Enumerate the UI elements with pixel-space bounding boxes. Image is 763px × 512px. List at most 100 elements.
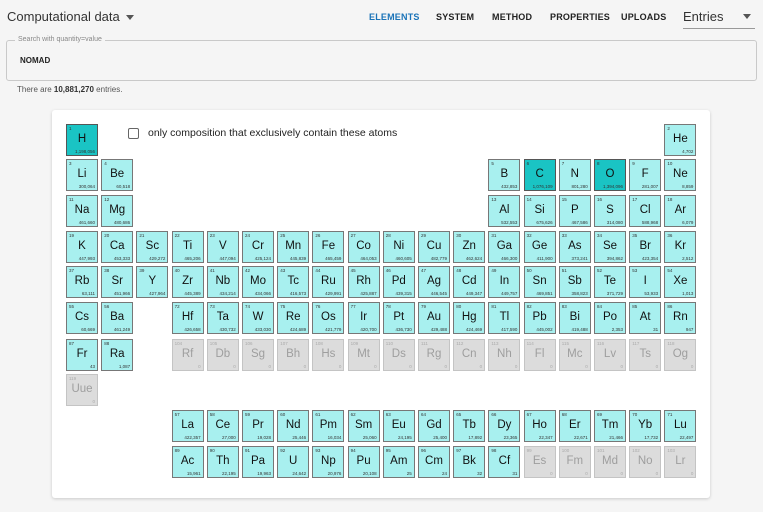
element-tile-am[interactable]: 95 Am 25	[382, 446, 415, 478]
element-tile-la[interactable]: 57 La 422,357	[171, 410, 204, 442]
element-tile-ra[interactable]: 88 Ra 1,087	[101, 339, 134, 371]
element-tile-pb[interactable]: 82 Pb 445,002	[523, 302, 556, 334]
element-tile-xe[interactable]: 54 Xe 1,013	[664, 266, 697, 298]
element-tile-cl[interactable]: 17 Cl 588,968	[629, 195, 662, 227]
element-tile-w[interactable]: 74 W 433,030	[242, 302, 274, 334]
element-tile-o[interactable]: 8 O 1,394,096	[594, 159, 626, 191]
element-tile-dy[interactable]: 66 Dy 23,365	[488, 410, 521, 442]
element-tile-gd[interactable]: 64 Gd 25,400	[418, 410, 450, 442]
element-tile-os[interactable]: 76 Os 421,779	[312, 302, 345, 334]
element-tile-cs[interactable]: 55 Cs 60,669	[66, 302, 98, 334]
exclusive-checkbox-row[interactable]: only composition that exclusively contai…	[128, 127, 397, 139]
tab-method[interactable]: METHOD	[492, 12, 532, 22]
data-type-select[interactable]: Computational data	[7, 9, 134, 24]
element-tile-ne[interactable]: 10 Ne 8,859	[664, 159, 697, 191]
element-tile-hf[interactable]: 72 Hf 426,658	[171, 302, 204, 334]
element-tile-ho[interactable]: 67 Ho 22,347	[523, 410, 556, 442]
element-tile-bk[interactable]: 97 Bk 32	[453, 446, 486, 478]
element-tile-tc[interactable]: 43 Tc 416,573	[277, 266, 310, 298]
exclusive-checkbox[interactable]	[128, 127, 139, 139]
element-tile-ac[interactable]: 89 Ac 15,961	[171, 446, 204, 478]
element-tile-li[interactable]: 3 Li 300,064	[66, 159, 98, 191]
tab-elements[interactable]: ELEMENTS	[369, 12, 420, 22]
element-tile-h[interactable]: 1 H 1,198,056	[66, 124, 98, 156]
element-tile-nd[interactable]: 60 Nd 25,446	[277, 410, 310, 442]
element-tile-sb[interactable]: 51 Sb 358,823	[558, 266, 591, 298]
element-tile-rb[interactable]: 37 Rb 63,111	[66, 266, 98, 298]
search-chip-nomad[interactable]: NOMAD	[20, 56, 50, 65]
element-tile-br[interactable]: 35 Br 423,354	[629, 231, 662, 263]
element-tile-hg[interactable]: 80 Hg 424,469	[453, 302, 486, 334]
element-tile-kr[interactable]: 36 Kr 2,512	[664, 231, 697, 263]
element-tile-y[interactable]: 39 Y 427,964	[136, 266, 169, 298]
tab-uploads[interactable]: UPLOADS	[621, 12, 666, 22]
element-tile-lu[interactable]: 71 Lu 22,497	[664, 410, 697, 442]
element-tile-ba[interactable]: 56 Ba 461,249	[101, 302, 134, 334]
element-tile-al[interactable]: 13 Al 532,553	[488, 195, 521, 227]
element-tile-ni[interactable]: 28 Ni 460,605	[382, 231, 415, 263]
element-tile-s[interactable]: 16 S 314,080	[594, 195, 626, 227]
element-tile-au[interactable]: 79 Au 429,488	[418, 302, 450, 334]
element-tile-ca[interactable]: 20 Ca 453,333	[101, 231, 134, 263]
element-tile-zr[interactable]: 40 Zr 445,389	[171, 266, 204, 298]
element-tile-fr[interactable]: 87 Fr 43	[66, 339, 98, 371]
element-tile-zn[interactable]: 30 Zn 462,624	[453, 231, 486, 263]
element-tile-mo[interactable]: 42 Mo 434,066	[242, 266, 274, 298]
element-tile-re[interactable]: 75 Re 424,689	[277, 302, 310, 334]
element-tile-ge[interactable]: 32 Ge 411,900	[523, 231, 556, 263]
element-tile-ta[interactable]: 73 Ta 430,732	[206, 302, 239, 334]
element-tile-pt[interactable]: 78 Pt 436,730	[382, 302, 415, 334]
entries-select[interactable]: Entries	[683, 9, 755, 29]
element-tile-na[interactable]: 11 Na 461,660	[66, 195, 98, 227]
element-tile-ga[interactable]: 31 Ga 466,300	[488, 231, 521, 263]
element-tile-at[interactable]: 85 At 31	[629, 302, 662, 334]
element-tile-in[interactable]: 49 In 449,757	[488, 266, 521, 298]
element-tile-p[interactable]: 15 P 467,586	[558, 195, 591, 227]
element-tile-f[interactable]: 9 F 281,007	[629, 159, 662, 191]
element-tile-pu[interactable]: 94 Pu 20,108	[347, 446, 380, 478]
tab-properties[interactable]: PROPERTIES	[550, 12, 610, 22]
element-tile-ar[interactable]: 18 Ar 6,079	[664, 195, 697, 227]
element-tile-yb[interactable]: 70 Yb 17,732	[629, 410, 662, 442]
element-tile-cr[interactable]: 24 Cr 425,124	[242, 231, 274, 263]
element-tile-cm[interactable]: 96 Cm 24	[418, 446, 450, 478]
element-tile-pa[interactable]: 91 Pa 19,963	[242, 446, 274, 478]
element-tile-sc[interactable]: 21 Sc 429,272	[136, 231, 169, 263]
element-tile-n[interactable]: 7 N 801,280	[558, 159, 591, 191]
element-tile-cd[interactable]: 48 Cd 449,347	[453, 266, 486, 298]
element-tile-cu[interactable]: 29 Cu 482,779	[418, 231, 450, 263]
element-tile-tb[interactable]: 65 Tb 17,892	[453, 410, 486, 442]
element-tile-as[interactable]: 33 As 373,241	[558, 231, 591, 263]
element-tile-ru[interactable]: 44 Ru 429,991	[312, 266, 345, 298]
element-tile-fe[interactable]: 26 Fe 465,459	[312, 231, 345, 263]
element-tile-b[interactable]: 5 B 432,853	[488, 159, 521, 191]
element-tile-ag[interactable]: 47 Ag 446,545	[418, 266, 450, 298]
element-tile-be[interactable]: 4 Be 60,518	[101, 159, 134, 191]
element-tile-th[interactable]: 90 Th 22,195	[206, 446, 239, 478]
element-tile-nb[interactable]: 41 Nb 434,214	[206, 266, 239, 298]
element-tile-ti[interactable]: 22 Ti 465,206	[171, 231, 204, 263]
element-tile-pm[interactable]: 61 Pm 16,034	[312, 410, 345, 442]
element-tile-k[interactable]: 19 K 447,993	[66, 231, 98, 263]
element-tile-v[interactable]: 23 V 447,094	[206, 231, 239, 263]
element-tile-rn[interactable]: 86 Rn 947	[664, 302, 697, 334]
element-tile-he[interactable]: 2 He 4,702	[664, 124, 697, 156]
element-tile-te[interactable]: 52 Te 371,729	[594, 266, 626, 298]
element-tile-po[interactable]: 84 Po 2,353	[594, 302, 626, 334]
element-tile-pr[interactable]: 59 Pr 19,028	[242, 410, 274, 442]
element-tile-sn[interactable]: 50 Sn 469,851	[523, 266, 556, 298]
element-tile-tm[interactable]: 69 Tm 21,466	[594, 410, 626, 442]
element-tile-tl[interactable]: 81 Tl 417,590	[488, 302, 521, 334]
element-tile-rh[interactable]: 45 Rh 425,887	[347, 266, 380, 298]
element-tile-co[interactable]: 27 Co 464,053	[347, 231, 380, 263]
element-tile-er[interactable]: 68 Er 22,671	[558, 410, 591, 442]
tab-system[interactable]: SYSTEM	[436, 12, 474, 22]
element-tile-mg[interactable]: 12 Mg 480,686	[101, 195, 134, 227]
element-tile-cf[interactable]: 98 Cf 31	[488, 446, 521, 478]
element-tile-ce[interactable]: 58 Ce 27,000	[206, 410, 239, 442]
element-tile-c[interactable]: 6 C 1,076,109	[523, 159, 556, 191]
element-tile-i[interactable]: 53 I 53,933	[629, 266, 662, 298]
element-tile-pd[interactable]: 46 Pd 439,315	[382, 266, 415, 298]
element-tile-sm[interactable]: 62 Sm 25,060	[347, 410, 380, 442]
search-field[interactable]: Search with quantity=value NOMAD	[6, 36, 757, 81]
